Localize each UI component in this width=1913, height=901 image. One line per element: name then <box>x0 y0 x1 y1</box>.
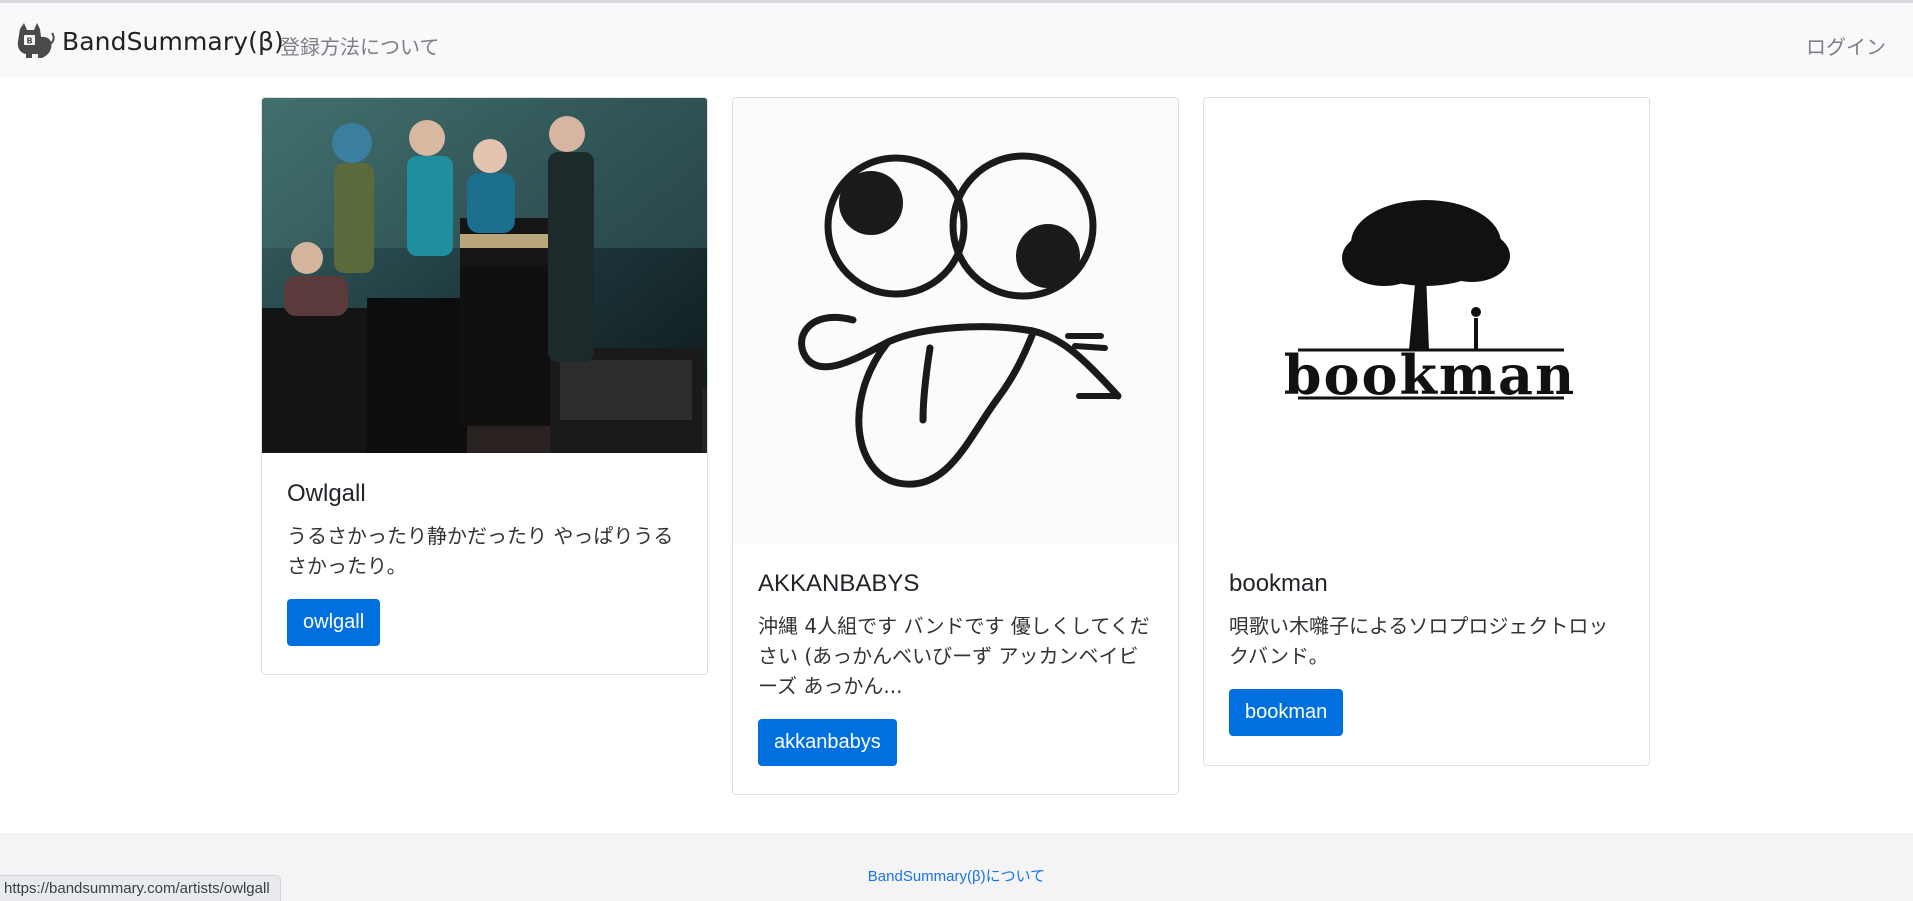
card-description: うるさかったり静かだったり やっぱりうるさかったり。 <box>287 524 674 578</box>
card-title: bookman <box>1229 570 1328 597</box>
band-photo-image <box>262 98 707 453</box>
akkanbabys-logo-image <box>733 98 1178 543</box>
navbar: B BandSummary(β) 登録方法について ログイン <box>0 3 1913 77</box>
artist-button-owlgall[interactable]: owlgall <box>287 599 381 646</box>
footer: BandSummary(β)について <box>0 833 1913 901</box>
bookman-logo-image: bookman <box>1204 98 1649 543</box>
nav-register-guide[interactable]: 登録方法について <box>280 31 439 60</box>
artist-card-bookman: bookman bookman 唄歌い木囃子によるソロプロジェクトロックバンド。… <box>1203 97 1650 766</box>
card-title: AKKANBABYS <box>758 570 920 597</box>
artist-card-owlgall: Owlgall うるさかったり静かだったり やっぱりうるさかったり。 owlga… <box>261 97 708 675</box>
status-bar-url: https://bandsummary.com/artists/owlgall <box>0 875 281 901</box>
brand-link[interactable]: B BandSummary(β) <box>14 21 284 61</box>
card-description: 唄歌い木囃子によるソロプロジェクトロックバンド。 <box>1229 614 1609 668</box>
brand-title: BandSummary(β) <box>62 26 284 56</box>
cat-logo-icon: B <box>17 23 55 58</box>
artist-button-akkanbabys[interactable]: akkanbabys <box>758 719 897 766</box>
nav-login[interactable]: ログイン <box>1806 31 1886 60</box>
card-title: Owlgall <box>287 480 366 507</box>
artist-button-bookman[interactable]: bookman <box>1229 689 1344 736</box>
svg-text:bookman: bookman <box>1284 343 1577 407</box>
card-description: 沖縄 4人組です バンドです 優しくしてください (あっかんべいびーず アッカン… <box>758 614 1150 698</box>
footer-about-link[interactable]: BandSummary(β)について <box>0 865 1913 886</box>
artist-card-akkanbabys: AKKANBABYS 沖縄 4人組です バンドです 優しくしてください (あっか… <box>732 97 1179 795</box>
svg-text:B: B <box>26 37 32 46</box>
